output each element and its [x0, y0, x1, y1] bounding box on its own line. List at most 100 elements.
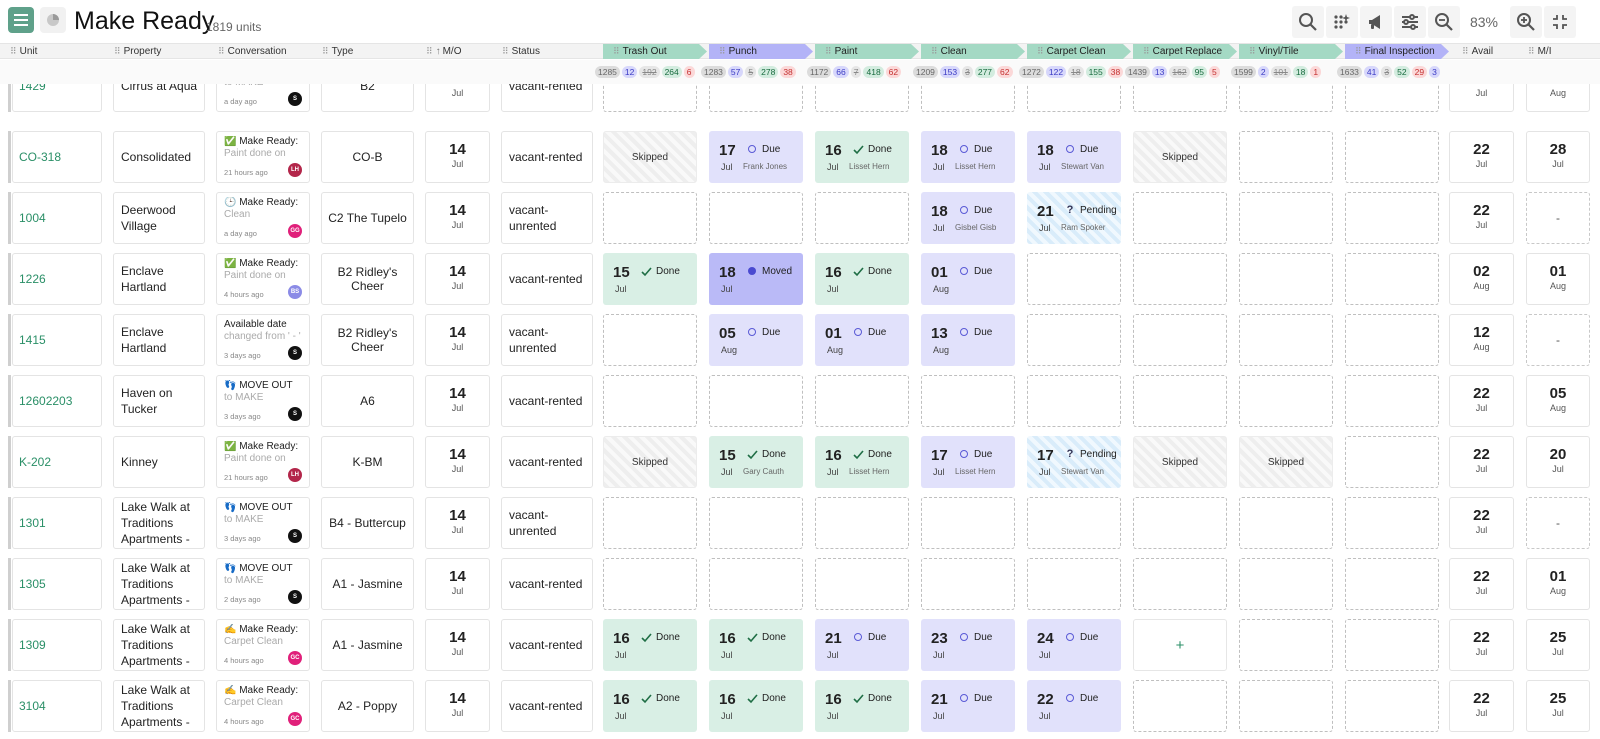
move-in-date[interactable]: 28 Jul — [1526, 131, 1590, 183]
stage-cell-empty[interactable] — [1239, 619, 1333, 671]
megaphone-icon[interactable] — [1360, 6, 1392, 38]
stat-pill-gray[interactable]: 1272 — [1019, 66, 1044, 78]
stage-cell-empty[interactable] — [709, 192, 803, 244]
move-in-date[interactable]: 01Aug — [1526, 84, 1590, 112]
stat-pill-green[interactable]: 155 — [1085, 66, 1106, 78]
stat-pill-green[interactable]: 18 — [1292, 66, 1309, 78]
stage-cell-empty[interactable] — [1133, 314, 1227, 366]
stage-cell-due[interactable]: 24 Jul Due — [1027, 619, 1121, 671]
stage-cell-done[interactable]: 16 Jul Done Lisset Hern — [815, 436, 909, 488]
conversation-cell[interactable]: ✅ Make Ready: Paint done on 4 hours ago BS — [216, 253, 310, 305]
unit-link[interactable]: CO-318 — [12, 131, 102, 183]
stat-pill-blue[interactable]: 12 — [621, 66, 638, 78]
zoom-out-icon[interactable] — [1428, 6, 1460, 38]
unit-link[interactable]: 3104 — [12, 680, 102, 732]
conversation-cell[interactable]: ✍ Make Ready: Carpet Clean 4 hours ago GC — [216, 619, 310, 671]
drag-handle-icon[interactable]: ⠿ — [1355, 46, 1362, 56]
move-in-date[interactable]: 25 Jul — [1526, 680, 1590, 732]
stage-cell-empty[interactable] — [1027, 84, 1121, 112]
stage-cell-empty[interactable] — [709, 84, 803, 112]
stage-cell-empty[interactable] — [1345, 84, 1439, 112]
conversation-cell[interactable]: ✅ Make Ready: Paint done on 21 hours ago LH — [216, 436, 310, 488]
stage-cell-empty[interactable] — [1027, 253, 1121, 305]
stat-pill-green[interactable]: 278 — [758, 66, 779, 78]
stage-cell-due[interactable]: 21 Jul Due — [815, 619, 909, 671]
stage-cell-empty[interactable] — [1345, 680, 1439, 732]
unit-link[interactable]: 1226 — [12, 253, 102, 305]
stage-cell-empty[interactable] — [709, 497, 803, 549]
col-avail-header[interactable]: ⠿ Avail — [1462, 44, 1493, 58]
stat-pill-gray[interactable]: 1172 — [807, 66, 832, 78]
stage-cell-due[interactable]: 23 Jul Due — [921, 619, 1015, 671]
stage-cell-empty[interactable] — [1133, 253, 1227, 305]
drag-handle-icon[interactable]: ⠿ — [322, 46, 329, 56]
stat-pill-strike[interactable]: 162 — [1169, 66, 1190, 78]
stat-pill-gray[interactable]: 1633 — [1337, 66, 1362, 78]
stage-cell-empty[interactable] — [603, 192, 697, 244]
stage-cell-empty[interactable] — [921, 497, 1015, 549]
stage-cell-empty[interactable] — [1345, 619, 1439, 671]
stat-pill-strike[interactable]: 7 — [850, 66, 862, 78]
col-property-header[interactable]: ⠿ Property — [114, 44, 161, 58]
stage-cell-empty[interactable] — [1239, 558, 1333, 610]
stat-pill-red[interactable]: 38 — [1107, 66, 1124, 78]
move-in-date[interactable]: 20 Jul — [1526, 436, 1590, 488]
stat-pill-blue[interactable]: 66 — [833, 66, 849, 78]
stage-header-vinyl-tile[interactable]: ⠿ Vinyl/Tile — [1239, 44, 1343, 59]
stage-cell-skipped[interactable]: Skipped — [1133, 436, 1227, 488]
drag-handle-icon[interactable]: ⠿ — [426, 46, 433, 56]
drag-handle-icon[interactable]: ⠿ — [1528, 46, 1535, 56]
drag-handle-icon[interactable]: ⠿ — [114, 46, 121, 56]
add-stage-button[interactable]: + — [1133, 619, 1227, 671]
stage-cell-empty[interactable] — [603, 314, 697, 366]
stage-cell-empty[interactable] — [1133, 375, 1227, 427]
stage-cell-pending[interactable]: 17 Jul? Pending Stewart Van — [1027, 436, 1121, 488]
unit-link[interactable]: 1415 — [12, 314, 102, 366]
drag-handle-icon[interactable]: ⠿ — [1143, 46, 1150, 56]
conversation-cell[interactable]: 👣 MOVE OUT to MAKE 3 days ago S — [216, 497, 310, 549]
col-mi-header[interactable]: ⠿ M/I — [1528, 44, 1551, 58]
stage-cell-done[interactable]: 15 Jul Done Gary Cauth — [709, 436, 803, 488]
stage-cell-empty[interactable] — [1345, 253, 1439, 305]
stage-cell-due[interactable]: 17 Jul Due Frank Jones — [709, 131, 803, 183]
stage-header-punch[interactable]: ⠿ Punch — [709, 44, 813, 59]
stage-cell-due[interactable]: 13 Aug Due — [921, 314, 1015, 366]
drag-handle-icon[interactable]: ⠿ — [218, 46, 225, 56]
move-in-date[interactable]: 05 Aug — [1526, 375, 1590, 427]
stat-pill-blue[interactable]: 2 — [1257, 66, 1269, 78]
stage-cell-done[interactable]: 15 Jul Done — [603, 253, 697, 305]
stage-cell-done[interactable]: 16 Jul Done — [603, 680, 697, 732]
col-conversation-header[interactable]: ⠿ Conversation — [218, 44, 287, 58]
drag-handle-icon[interactable]: ⠿ — [1037, 46, 1044, 56]
stage-header-carpet-replace[interactable]: ⠿ Carpet Replace — [1133, 44, 1237, 59]
stage-cell-empty[interactable] — [1239, 375, 1333, 427]
stage-cell-empty[interactable] — [603, 375, 697, 427]
move-in-date[interactable]: 01Aug — [1526, 558, 1590, 610]
stat-pill-gray[interactable]: 1439 — [1125, 66, 1150, 78]
stage-cell-empty[interactable] — [1345, 131, 1439, 183]
stage-cell-empty[interactable] — [1345, 436, 1439, 488]
stage-cell-empty[interactable] — [1239, 497, 1333, 549]
stage-cell-pending[interactable]: 21 Jul? Pending Ram Spoker — [1027, 192, 1121, 244]
unit-link[interactable]: 1309 — [12, 619, 102, 671]
stage-cell-done[interactable]: 16 Jul Done — [815, 253, 909, 305]
col-mo-header[interactable]: ⠿ ↑ M/O — [426, 44, 461, 58]
stage-cell-empty[interactable] — [1345, 497, 1439, 549]
unit-link[interactable]: 1429 — [12, 84, 102, 112]
stat-pill-green[interactable]: 418 — [863, 66, 884, 78]
unit-link[interactable]: 12602203 — [12, 375, 102, 427]
search-icon[interactable] — [1292, 6, 1324, 38]
stage-cell-empty[interactable] — [1133, 558, 1227, 610]
stage-cell-empty[interactable] — [921, 558, 1015, 610]
move-in-date[interactable]: - — [1526, 314, 1590, 366]
stage-cell-empty[interactable] — [815, 558, 909, 610]
stage-cell-due[interactable]: 01 Aug Due — [815, 314, 909, 366]
stage-cell-empty[interactable] — [1027, 497, 1121, 549]
stat-pill-strike[interactable]: 3 — [962, 66, 973, 78]
stage-cell-empty[interactable] — [815, 375, 909, 427]
stage-cell-empty[interactable] — [709, 558, 803, 610]
stat-pill-red[interactable]: 1 — [1310, 66, 1322, 78]
drag-handle-icon[interactable]: ⠿ — [502, 46, 509, 56]
stage-header-carpet-clean[interactable]: ⠿ Carpet Clean — [1027, 44, 1131, 59]
stat-pill-gray[interactable]: 1285 — [595, 66, 620, 78]
